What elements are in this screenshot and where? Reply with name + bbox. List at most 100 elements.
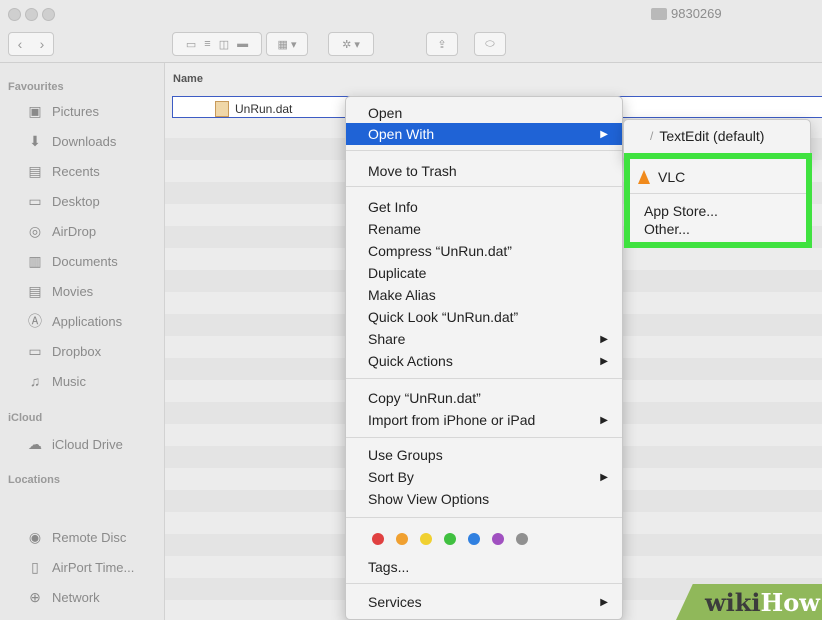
back-forward-buttons[interactable]: ‹ › <box>8 32 54 56</box>
view-columns-icon[interactable]: ◫ <box>219 38 229 51</box>
sidebar-section-locations: Locations <box>8 474 60 486</box>
menu-item-copy[interactable]: Copy “UnRun.dat” <box>346 387 622 409</box>
sidebar-item-label: Applications <box>52 313 123 329</box>
menu-item-tags[interactable]: Tags... <box>346 556 622 578</box>
zoom-window-button[interactable] <box>42 8 55 21</box>
menu-item-use-groups[interactable]: Use Groups <box>346 444 622 466</box>
menu-separator <box>346 437 622 438</box>
sidebar-item-label: Remote Disc <box>52 529 127 545</box>
menu-item-get-info[interactable]: Get Info <box>346 196 622 218</box>
share-button[interactable]: ⇪ <box>426 32 458 56</box>
sidebar-item-label: AirDrop <box>52 223 97 239</box>
tag-orange[interactable] <box>396 533 408 545</box>
sidebar-item-label: AirPort Time... <box>52 559 135 575</box>
sidebar-item-icloud-drive[interactable]: ☁ iCloud Drive <box>26 433 123 455</box>
tag-icon: ⬭ <box>485 37 495 50</box>
submenu-arrow-icon: ▶ <box>600 596 608 608</box>
recents-icon: ▤ <box>28 162 42 179</box>
chevron-left-icon[interactable]: ‹ <box>18 36 23 52</box>
menu-item-open[interactable]: Open <box>346 102 622 124</box>
window-title: 9830269 <box>651 6 722 21</box>
menu-item-show-view-options[interactable]: Show View Options <box>346 488 622 510</box>
menu-label: Quick Look “UnRun.dat” <box>368 309 519 325</box>
sidebar-item-music[interactable]: ♫ Music <box>26 370 86 392</box>
menu-label: Sort By <box>368 469 414 485</box>
tags-button[interactable]: ⬭ <box>474 32 506 56</box>
cloud-icon: ☁ <box>28 435 42 452</box>
menu-separator <box>346 517 622 518</box>
sidebar-item-label: Movies <box>52 283 94 299</box>
submenu-item-other[interactable]: Other... <box>644 221 690 237</box>
menu-item-quick-actions[interactable]: Quick Actions ▶ <box>346 350 622 372</box>
sidebar-item-dropbox[interactable]: ▭ Dropbox <box>26 340 101 362</box>
menu-item-compress[interactable]: Compress “UnRun.dat” <box>346 240 622 262</box>
menu-item-move-to-trash[interactable]: Move to Trash <box>346 160 622 182</box>
column-header-name[interactable]: Name <box>173 73 203 85</box>
sidebar-item-pictures[interactable]: ▣ Pictures <box>26 100 99 122</box>
view-list-icon[interactable]: ≡ <box>204 38 210 50</box>
sidebar-item-movies[interactable]: ▤ Movies <box>26 280 93 302</box>
desktop-icon: ▭ <box>28 192 42 209</box>
sidebar-item-documents[interactable]: ▥ Documents <box>26 250 117 272</box>
tag-gray[interactable] <box>516 533 528 545</box>
sidebar-section-favourites: Favourites <box>8 81 64 93</box>
group-button[interactable]: ▦ ▾ <box>266 32 308 56</box>
sidebar-item-airport[interactable]: ▯ AirPort Time... <box>26 556 134 578</box>
action-button[interactable]: ✲ ▾ <box>328 32 374 56</box>
tag-blue[interactable] <box>468 533 480 545</box>
menu-separator <box>346 583 622 584</box>
vlc-icon <box>638 170 650 184</box>
view-mode-buttons[interactable]: ▭ ≡ ◫ ▬ <box>172 32 262 56</box>
submenu-arrow-icon: ▶ <box>600 414 608 426</box>
sidebar-item-network[interactable]: ⊕ Network <box>26 586 100 608</box>
view-icons-icon[interactable]: ▭ <box>186 38 196 51</box>
sidebar-item-label: Music <box>52 373 86 389</box>
tag-red[interactable] <box>372 533 384 545</box>
folder-icon <box>651 7 667 20</box>
sidebar-item-label: Network <box>52 589 100 605</box>
tag-purple[interactable] <box>492 533 504 545</box>
menu-label: Compress “UnRun.dat” <box>368 243 512 259</box>
menu-item-import[interactable]: Import from iPhone or iPad ▶ <box>346 409 622 431</box>
sidebar-item-label: Pictures <box>52 103 99 119</box>
tag-yellow[interactable] <box>420 533 432 545</box>
submenu-label: TextEdit (default) <box>659 128 765 144</box>
sidebar-item-applications[interactable]: Ⓐ Applications <box>26 310 122 332</box>
sidebar-section-icloud: iCloud <box>8 412 43 424</box>
sidebar-item-desktop[interactable]: ▭ Desktop <box>26 190 99 212</box>
file-name[interactable]: UnRun.dat <box>215 101 292 117</box>
chevron-right-icon[interactable]: › <box>40 36 45 52</box>
sidebar-item-remote-disc[interactable]: ◉ Remote Disc <box>26 526 127 548</box>
open-with-highlight-callout: VLC App Store... Other... <box>624 153 812 248</box>
submenu-item-app-store[interactable]: App Store... <box>644 203 718 219</box>
tag-green[interactable] <box>444 533 456 545</box>
menu-item-services[interactable]: Services ▶ <box>346 591 622 613</box>
menu-item-make-alias[interactable]: Make Alias <box>346 284 622 306</box>
submenu-label: App Store... <box>644 203 718 219</box>
sidebar-item-recents[interactable]: ▤ Recents <box>26 160 99 182</box>
menu-item-sort-by[interactable]: Sort By ▶ <box>346 466 622 488</box>
textedit-icon: / <box>650 129 654 143</box>
file-name-text: UnRun.dat <box>235 102 293 116</box>
submenu-item-vlc[interactable]: VLC <box>638 169 685 185</box>
submenu-item-textedit[interactable]: / TextEdit (default) <box>650 128 764 144</box>
menu-label: Copy “UnRun.dat” <box>368 390 481 406</box>
view-gallery-icon[interactable]: ▬ <box>237 38 248 50</box>
gear-icon: ✲ ▾ <box>342 38 360 51</box>
wikihow-watermark: wikiHow <box>705 588 820 617</box>
minimize-window-button[interactable] <box>25 8 38 21</box>
close-window-button[interactable] <box>8 8 21 21</box>
menu-item-duplicate[interactable]: Duplicate <box>346 262 622 284</box>
wikihow-text-part2: How <box>760 588 820 617</box>
submenu-arrow-icon: ▶ <box>600 333 608 345</box>
menu-label: Share <box>368 331 406 347</box>
group-icon: ▦ ▾ <box>277 38 297 51</box>
submenu-arrow-icon: ▶ <box>600 355 608 367</box>
menu-item-quick-look[interactable]: Quick Look “UnRun.dat” <box>346 306 622 328</box>
menu-item-share[interactable]: Share ▶ <box>346 328 622 350</box>
menu-item-rename[interactable]: Rename <box>346 218 622 240</box>
sidebar-item-airdrop[interactable]: ◎ AirDrop <box>26 220 96 242</box>
menu-label: Import from iPhone or iPad <box>368 412 536 428</box>
sidebar-item-downloads[interactable]: ⬇ Downloads <box>26 130 116 152</box>
menu-item-open-with[interactable]: Open With ▶ <box>346 123 622 145</box>
